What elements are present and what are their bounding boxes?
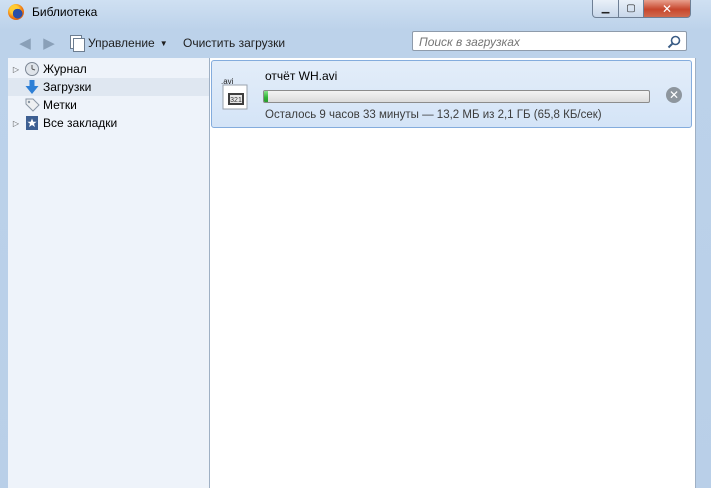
clear-downloads-button[interactable]: Очистить загрузки	[183, 34, 285, 52]
clear-downloads-label: Очистить загрузки	[183, 36, 286, 50]
window-controls: ▁ ▢ ✕	[592, 0, 691, 20]
svg-text:.avi: .avi	[221, 77, 234, 86]
organize-icon	[70, 35, 85, 52]
minimize-icon: ▁	[601, 3, 610, 14]
maximize-button[interactable]: ▢	[619, 0, 644, 18]
window-title: Библиотека	[32, 5, 98, 19]
cancel-download-button[interactable]: ✕	[666, 87, 682, 103]
tag-icon	[24, 97, 40, 113]
search-icon[interactable]	[667, 35, 681, 49]
sidebar-item-label: Загрузки	[43, 80, 92, 94]
expand-triangle-icon[interactable]: ▷	[10, 119, 22, 128]
download-item[interactable]: 321 .avi отчёт WH.avi Осталось 9 часов 3…	[211, 60, 692, 128]
title-bar[interactable]: Библиотека ▁ ▢ ✕	[0, 0, 711, 24]
search-field[interactable]	[412, 31, 687, 51]
sidebar-item-history[interactable]: ▷ Журнал	[8, 60, 209, 78]
back-button[interactable]: ◀	[16, 34, 34, 52]
bookmarks-star-icon	[24, 115, 40, 131]
cancel-x-icon: ✕	[668, 88, 680, 102]
download-progress-fill	[264, 91, 268, 102]
download-progress-bar	[263, 90, 650, 103]
maximize-icon: ▢	[626, 3, 636, 14]
chevron-down-icon: ▼	[159, 38, 168, 48]
close-button[interactable]: ✕	[644, 0, 691, 18]
forward-button[interactable]: ▶	[40, 34, 58, 52]
expand-triangle-icon[interactable]: ▷	[10, 65, 22, 74]
library-window: Библиотека ▁ ▢ ✕ ◀ ▶ Управление ▼ Очисти…	[0, 0, 711, 488]
sidebar-item-label: Все закладки	[43, 116, 118, 130]
toolbar: ◀ ▶ Управление ▼ Очистить загрузки	[8, 28, 703, 58]
sidebar-item-label: Метки	[43, 98, 77, 112]
firefox-logo-icon	[8, 4, 24, 20]
search-input[interactable]	[417, 33, 661, 51]
back-arrow-icon: ◀	[19, 35, 31, 52]
sidebar-tree: ▷ Журнал Загрузки Метки ▷ Все закладки	[8, 58, 210, 488]
close-icon: ✕	[661, 1, 673, 16]
minimize-button[interactable]: ▁	[592, 0, 619, 18]
organize-menu-button[interactable]: Управление ▼	[70, 34, 168, 52]
download-status: Осталось 9 часов 33 минуты — 13,2 МБ из …	[265, 109, 602, 121]
download-arrow-icon	[24, 79, 40, 95]
svg-text:321: 321	[230, 97, 242, 104]
sidebar-item-downloads[interactable]: Загрузки	[8, 78, 209, 96]
sidebar-item-all-bookmarks[interactable]: ▷ Все закладки	[8, 114, 209, 132]
sidebar-item-tags[interactable]: Метки	[8, 96, 209, 114]
avi-file-icon: 321 .avi	[221, 77, 248, 110]
history-clock-icon	[24, 61, 40, 77]
forward-arrow-icon: ▶	[43, 35, 55, 52]
organize-label: Управление	[88, 36, 155, 50]
sidebar-item-label: Журнал	[43, 62, 87, 76]
downloads-list: 321 .avi отчёт WH.avi Осталось 9 часов 3…	[210, 58, 696, 488]
download-file-name: отчёт WH.avi	[265, 69, 338, 83]
